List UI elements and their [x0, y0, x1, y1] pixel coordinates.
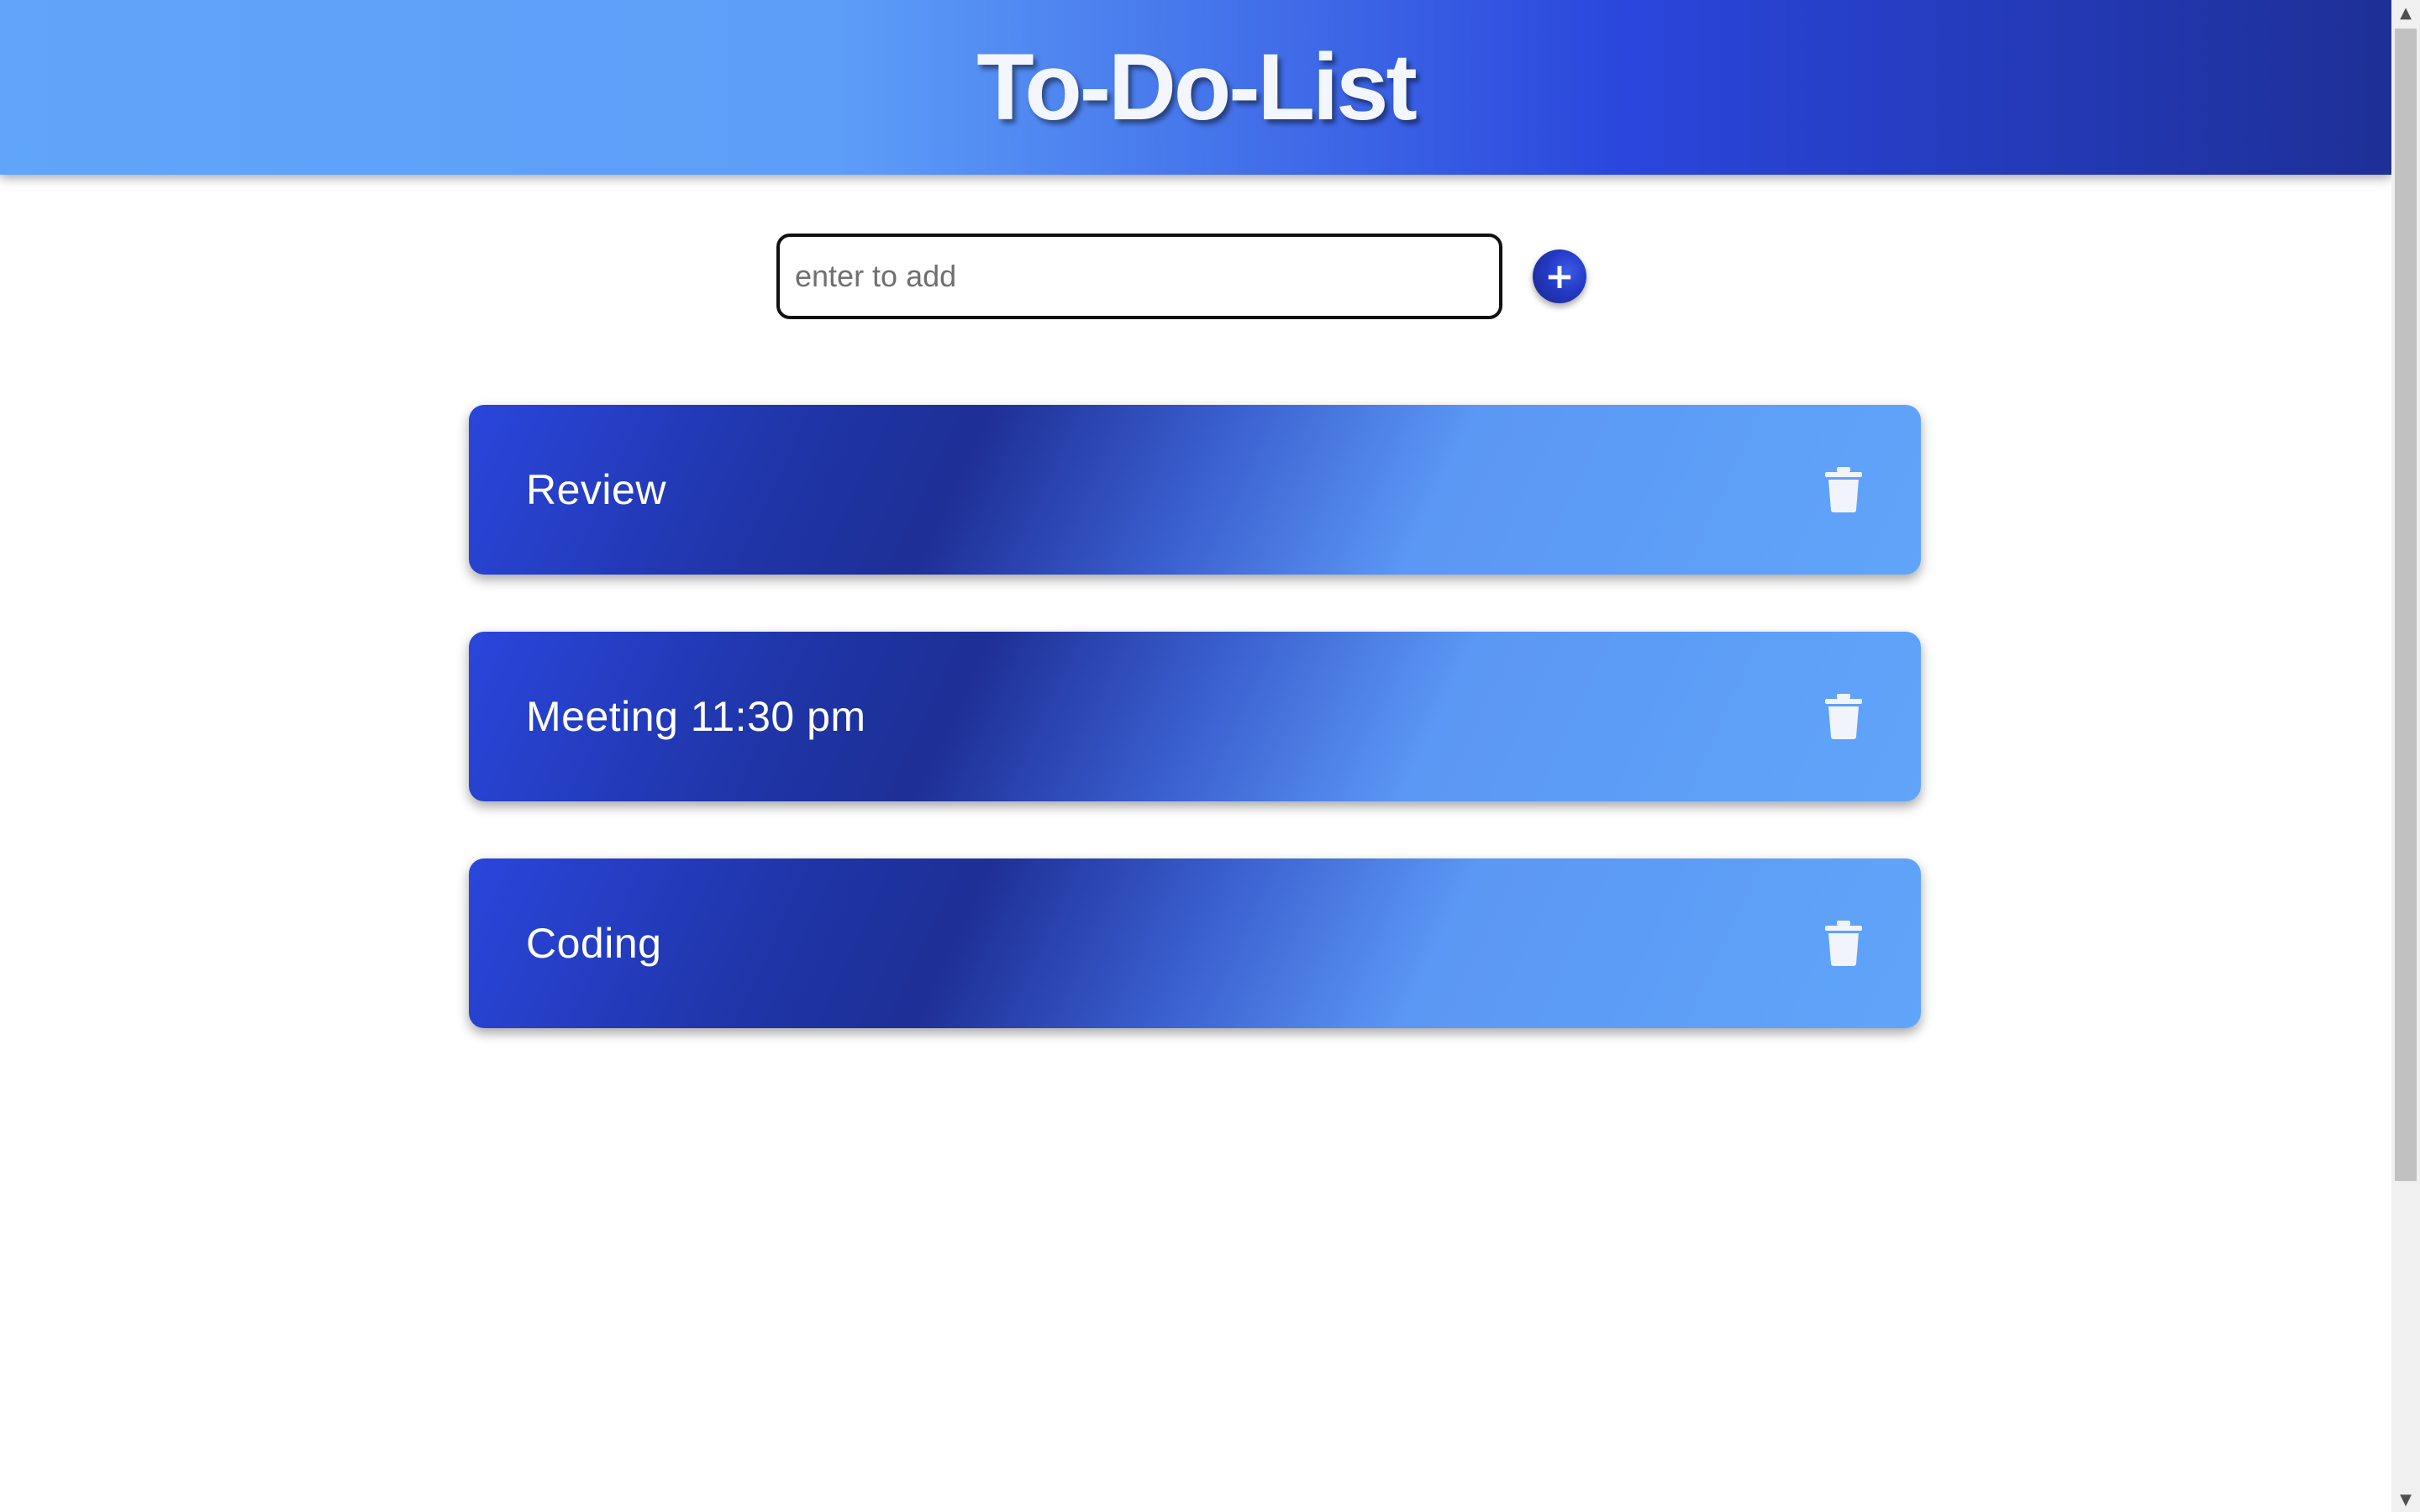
vertical-scrollbar[interactable]: ▲ ▼: [2391, 0, 2420, 1512]
add-todo-form: +: [776, 234, 1586, 319]
todo-list: Review Meeting 11:30 pm Coding: [469, 405, 1921, 1085]
app-viewport: To-Do-List + Review Meeting 11:30: [0, 0, 2391, 1512]
app-header: To-Do-List: [0, 0, 2391, 175]
todo-input[interactable]: [776, 234, 1502, 319]
todo-item: Review: [469, 405, 1921, 575]
add-todo-button[interactable]: +: [1533, 249, 1586, 303]
trash-icon[interactable]: [1825, 467, 1862, 512]
plus-icon: +: [1544, 255, 1575, 297]
todo-text: Meeting 11:30 pm: [526, 693, 866, 740]
page-title: To-Do-List: [976, 34, 1418, 139]
todo-text: Coding: [526, 920, 662, 967]
trash-icon[interactable]: [1825, 921, 1862, 966]
scroll-up-icon[interactable]: ▲: [2391, 0, 2420, 25]
todo-item: Meeting 11:30 pm: [469, 632, 1921, 801]
scroll-down-icon[interactable]: ▼: [2391, 1487, 2420, 1512]
todo-text: Review: [526, 466, 666, 513]
scrollbar-thumb[interactable]: [2395, 29, 2417, 1181]
trash-icon[interactable]: [1825, 694, 1862, 739]
todo-item: Coding: [469, 858, 1921, 1028]
page: To-Do-List + Review Meeting 11:30: [0, 0, 2420, 1512]
